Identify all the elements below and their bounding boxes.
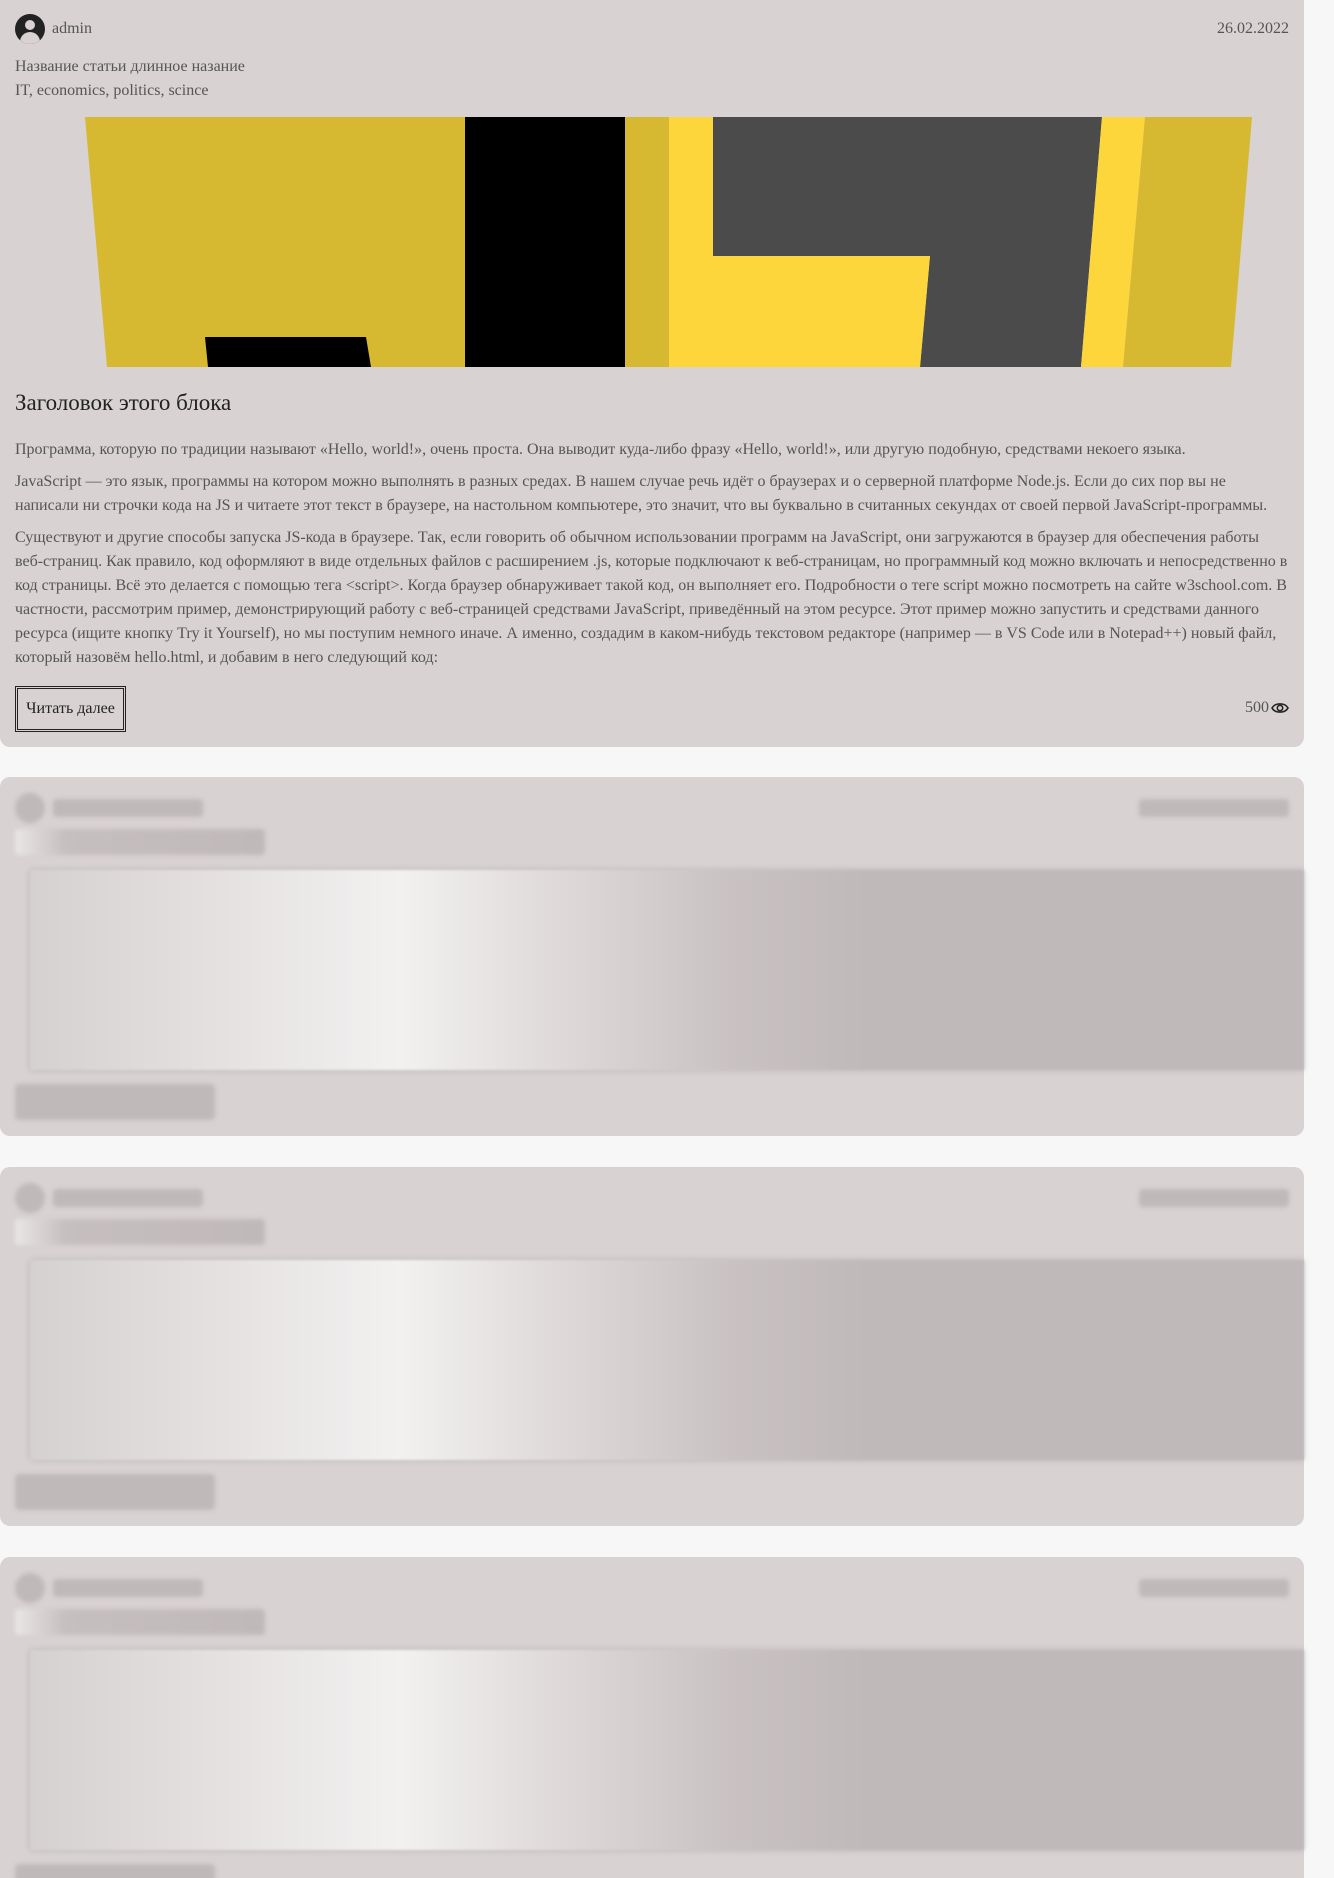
article-date: 26.02.2022 [1217,20,1289,37]
skeleton-line [53,799,203,817]
article-card: admin 26.02.2022 Название статьи длинное… [0,0,1304,747]
author-row: admin [15,14,92,44]
skeleton-image [30,870,1304,1070]
skeleton-line [15,1219,265,1245]
skeleton-button [15,1084,215,1120]
article-banner-image [85,117,1252,367]
skeleton-card [0,777,1304,1136]
article-tags: IT, economics, politics, scince [15,82,209,99]
skeleton-avatar [15,1573,45,1603]
user-avatar-icon[interactable] [15,14,45,44]
skeleton-line [53,1189,203,1207]
article-subtitle: Название статьи длинное назание [15,58,245,75]
article-paragraph: Программа, которую по традиции называют … [15,441,1186,458]
views-counter: 500 [1245,699,1289,717]
views-count: 500 [1245,699,1269,716]
skeleton-line [1139,1579,1289,1597]
skeleton-line [15,829,265,855]
skeleton-line [1139,1189,1289,1207]
skeleton-line [15,1609,265,1635]
skeleton-image [30,1650,1304,1850]
skeleton-card [0,1557,1304,1878]
block-title: Заголовок этого блока [15,390,232,415]
skeleton-line [1139,799,1289,817]
author-name[interactable]: admin [52,20,92,38]
skeleton-button [15,1474,215,1510]
eye-icon [1271,703,1289,713]
article-paragraph: JavaScript — это язык, программы на кото… [15,473,1268,514]
skeleton-avatar [15,793,45,823]
skeleton-avatar [15,1183,45,1213]
skeleton-button [15,1864,215,1878]
skeleton-card [0,1167,1304,1526]
skeleton-line [53,1579,203,1597]
article-feed: admin 26.02.2022 Название статьи длинное… [0,0,1334,1878]
skeleton-image [30,1260,1304,1460]
article-paragraph: Существуют и другие способы запуска JS-к… [15,529,1288,666]
article-body: Программа, которую по традиции называют … [15,438,1291,678]
read-more-button[interactable]: Читать далее [15,686,126,732]
